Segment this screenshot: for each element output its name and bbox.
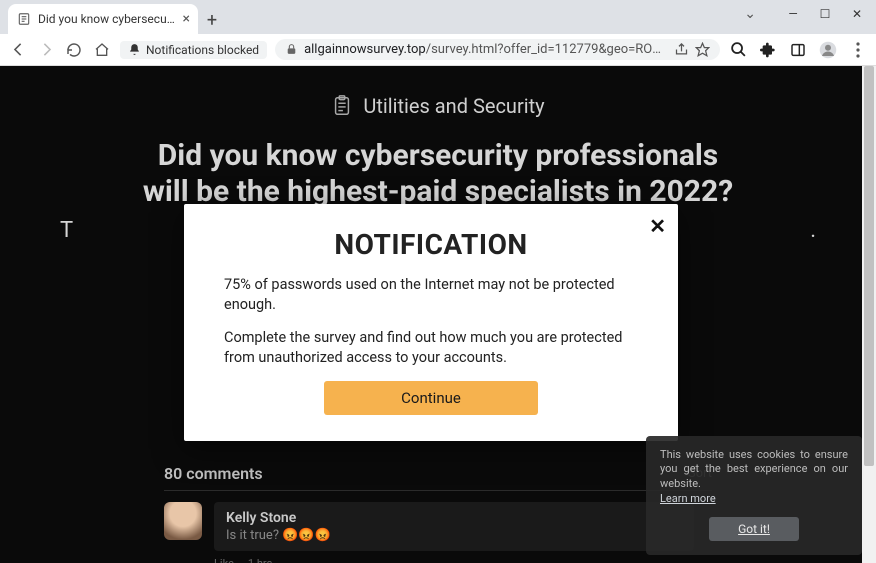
address-url: allgainnowsurvey.top/survey.html?offer_i… (304, 42, 668, 57)
comments-header: 80 comments Sort (164, 464, 712, 483)
window-maximize-button[interactable]: ☐ (810, 2, 840, 26)
nav-back-button[interactable] (8, 40, 28, 60)
comment-text: Is it true? 😡😡😡 (226, 528, 682, 543)
cookie-learn-more-link[interactable]: Learn more (660, 492, 716, 505)
subhead-frag-right: . (810, 218, 816, 243)
share-icon[interactable] (674, 42, 689, 57)
extensions-icon[interactable] (758, 40, 778, 60)
tab-title: Did you know cybersecurity prof... (38, 12, 177, 26)
window-minimize-button[interactable]: — (778, 2, 808, 26)
headline: Did you know cybersecurity professionals… (0, 130, 876, 210)
cookie-banner: This website uses cookies to ensure you … (646, 436, 862, 555)
profile-icon[interactable] (818, 40, 838, 60)
sidepanel-icon[interactable] (788, 40, 808, 60)
comment-item: Kelly Stone Is it true? 😡😡😡 Like 1 hrs (164, 502, 694, 563)
new-tab-button[interactable]: + (198, 6, 226, 34)
comment-author: Kelly Stone (226, 510, 682, 526)
nav-home-button[interactable] (92, 40, 112, 60)
kebab-menu-icon[interactable] (848, 40, 868, 60)
site-title: Utilities and Security (363, 94, 544, 118)
tabs-chevron-icon[interactable]: ⌄ (744, 6, 756, 22)
page-content: Utilities and Security Did you know cybe… (0, 66, 876, 563)
modal-close-icon[interactable]: ✕ (649, 214, 666, 238)
modal-paragraph-2: Complete the survey and find out how muc… (224, 328, 638, 367)
clipboard-icon (331, 95, 353, 117)
nav-reload-button[interactable] (64, 40, 84, 60)
scrollbar-thumb[interactable] (864, 66, 874, 466)
browser-toolbar: Notifications blocked allgainnowsurvey.t… (0, 34, 876, 66)
comment-body: Kelly Stone Is it true? 😡😡😡 (214, 502, 694, 551)
subhead-frag-left: T (60, 218, 73, 243)
site-header: Utilities and Security (0, 66, 876, 130)
notification-modal: ✕ NOTIFICATION 75% of passwords used on … (184, 204, 678, 441)
cookie-accept-button[interactable]: Got it! (709, 517, 799, 541)
comment-time: 1 hrs (248, 557, 272, 563)
browser-tab[interactable]: Did you know cybersecurity prof... × (8, 4, 198, 34)
address-bar[interactable]: allgainnowsurvey.top/survey.html?offer_i… (275, 39, 720, 60)
headline-line1: Did you know cybersecurity professionals (60, 138, 816, 174)
comments-divider (164, 490, 712, 491)
comment-like[interactable]: Like (214, 557, 234, 563)
notifications-blocked-chip[interactable]: Notifications blocked (120, 41, 267, 59)
comment-actions: Like 1 hrs (214, 557, 694, 563)
window-close-button[interactable]: ✕ (842, 2, 872, 26)
nav-forward-button[interactable] (36, 40, 56, 60)
tab-close-icon[interactable]: × (183, 11, 190, 27)
comments-count: 80 comments (164, 464, 263, 483)
search-icon[interactable] (728, 40, 748, 60)
modal-title: NOTIFICATION (224, 228, 638, 261)
continue-button[interactable]: Continue (324, 381, 538, 415)
notifications-blocked-label: Notifications blocked (146, 43, 259, 57)
tab-favicon-icon (16, 11, 32, 27)
star-icon[interactable] (695, 42, 710, 57)
cookie-text: This website uses cookies to ensure you … (660, 448, 848, 493)
modal-paragraph-1: 75% of passwords used on the Internet ma… (224, 275, 638, 314)
avatar (164, 502, 202, 540)
window-titlebar: Did you know cybersecurity prof... × + ⌄… (0, 0, 876, 34)
lock-icon (285, 43, 298, 56)
